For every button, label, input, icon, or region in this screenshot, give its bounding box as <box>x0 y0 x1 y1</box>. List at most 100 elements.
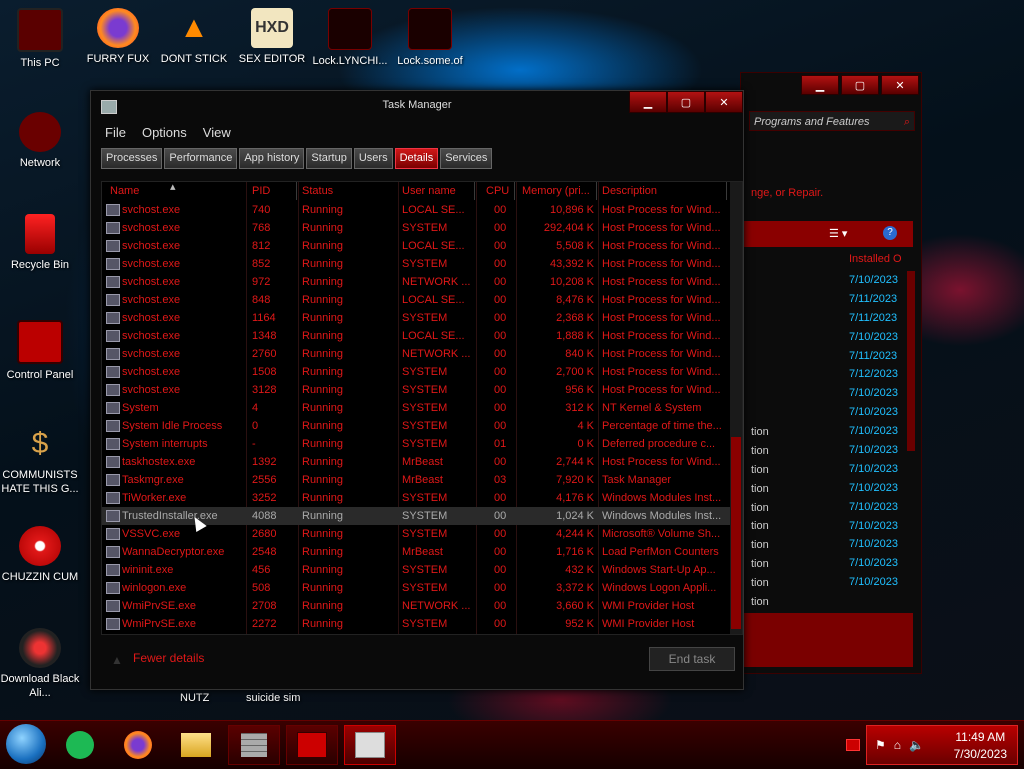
table-row[interactable]: svchost.exe 2760 Running NETWORK ... 00 840 K… <box>102 345 730 363</box>
desktop-icon-lock-some-of[interactable]: Lock.some.of <box>390 8 470 68</box>
publisher-cell: tion <box>751 539 769 552</box>
end-task-button[interactable]: End task <box>649 647 735 671</box>
desktop-icon-lock-lynchi[interactable]: Lock.LYNCHI... <box>310 8 390 68</box>
tab-details[interactable]: Details <box>394 148 439 169</box>
window-controls: ▁ ▢ ✕ <box>801 75 919 95</box>
cell-memory: 3,660 K <box>556 600 594 612</box>
installed-on-column[interactable]: Installed O <box>849 253 902 265</box>
desktop-icon-chuzzin-cum[interactable]: CHUZZIN CUM <box>0 526 80 584</box>
tab-performance[interactable]: Performance <box>164 148 238 169</box>
table-row[interactable]: taskhostex.exe 1392 Running MrBeast 00 2,744 … <box>102 453 730 471</box>
spotify-taskbar-button[interactable] <box>54 725 106 765</box>
chevron-up-icon[interactable]: ▲ <box>111 653 123 667</box>
table-row[interactable]: System Idle Process 0 Running SYSTEM 00 4 K Pe… <box>102 417 730 435</box>
process-icon <box>106 618 120 630</box>
programs-and-features-window[interactable]: ▁ ▢ ✕ Programs and Features ⌕ nge, or Re… <box>740 72 922 674</box>
desktop-icon-communists[interactable]: $ COMMUNISTS HATE THIS G... <box>0 424 80 496</box>
desktop-icon-network[interactable]: Network <box>0 112 80 170</box>
table-row[interactable]: svchost.exe 852 Running SYSTEM 00 43,392 K Hos… <box>102 255 730 273</box>
table-row[interactable]: System 4 Running SYSTEM 00 312 K NT Kernel & S… <box>102 399 730 417</box>
tab-startup[interactable]: Startup <box>306 148 352 169</box>
file-explorer-taskbar-button[interactable] <box>170 725 222 765</box>
desktop-icon-furry-fux[interactable]: FURRY FUX <box>78 8 158 66</box>
column-header-status[interactable]: Status <box>302 182 399 200</box>
cell-status: Running <box>302 330 343 342</box>
table-row[interactable]: TiWorker.exe 3252 Running SYSTEM 00 4,176 K Wi… <box>102 489 730 507</box>
column-header-pid[interactable]: PID <box>252 182 297 200</box>
menu-options[interactable]: Options <box>142 125 187 140</box>
menu-view[interactable]: View <box>203 125 231 140</box>
table-row[interactable]: svchost.exe 768 Running SYSTEM 00 292,404 K Ho… <box>102 219 730 237</box>
table-row[interactable]: svchost.exe 812 Running LOCAL SE... 00 5,508 … <box>102 237 730 255</box>
tab-users[interactable]: Users <box>353 148 393 169</box>
table-row[interactable]: svchost.exe 740 Running LOCAL SE... 00 10,896… <box>102 201 730 219</box>
cell-user-name: SYSTEM <box>402 528 448 540</box>
desktop-icon-label: COMMUNISTS HATE THIS G... <box>1 469 79 495</box>
flag-icon[interactable]: ⚑ <box>875 738 886 752</box>
cell-status: Running <box>302 600 343 612</box>
table-row[interactable]: Taskmgr.exe 2556 Running MrBeast 03 7,920 K Ta… <box>102 471 730 489</box>
search-input[interactable]: Programs and Features ⌕ <box>749 111 915 131</box>
desktop-icon-sex-editor[interactable]: HXD SEX EDITOR <box>232 8 312 66</box>
cell-pid: - <box>252 438 256 450</box>
desktop-icon-this-pc[interactable]: This PC <box>0 8 80 70</box>
start-orb-icon[interactable] <box>6 724 46 764</box>
chuzzle-icon <box>19 526 61 566</box>
cell-cpu: 00 <box>494 366 507 378</box>
table-row[interactable]: svchost.exe 1164 Running SYSTEM 00 2,368 K Hos… <box>102 309 730 327</box>
maximize-button[interactable]: ▢ <box>667 91 705 113</box>
network-status-icon[interactable]: ⌂ <box>894 738 901 752</box>
column-header-description[interactable]: Description <box>602 182 727 200</box>
cell-user-name: SYSTEM <box>402 438 448 450</box>
fewer-details-link[interactable]: Fewer details <box>133 651 204 665</box>
firefox-taskbar-button[interactable] <box>112 725 164 765</box>
close-button[interactable]: ✕ <box>705 91 743 113</box>
minimize-button[interactable]: ▁ <box>629 91 667 113</box>
help-icon[interactable]: ? <box>883 226 897 240</box>
desktop-label-suicide-sim[interactable]: suicide sim <box>246 692 300 704</box>
clock[interactable]: 11:49 AM 7/30/2023 <box>954 729 1007 763</box>
desktop-icon-dont-stick[interactable]: ▲ DONT STICK <box>154 8 234 66</box>
table-row[interactable]: WannaDecryptor.exe 2548 Running MrBeast 00 1,… <box>102 543 730 561</box>
table-row[interactable]: System interrupts - Running SYSTEM 01 0 K Defe… <box>102 435 730 453</box>
table-row[interactable]: svchost.exe 848 Running LOCAL SE... 00 8,476 … <box>102 291 730 309</box>
table-row[interactable]: svchost.exe 3128 Running SYSTEM 00 956 K Host … <box>102 381 730 399</box>
table-row[interactable]: svchost.exe 1348 Running LOCAL SE... 00 1,888… <box>102 327 730 345</box>
action-center-icon[interactable] <box>846 739 860 751</box>
tab-app-history[interactable]: App history <box>239 148 305 169</box>
task-manager-taskbar-button[interactable] <box>344 725 396 765</box>
cell-user-name: SYSTEM <box>402 402 448 414</box>
tab-processes[interactable]: Processes <box>101 148 163 169</box>
table-row[interactable]: WmiPrvSE.exe 2272 Running SYSTEM 00 952 K WMI … <box>102 615 730 633</box>
scrollbar[interactable] <box>907 271 915 451</box>
table-row[interactable]: winlogon.exe 508 Running SYSTEM 00 3,372 K Win… <box>102 579 730 597</box>
column-header-name[interactable]: Name <box>110 182 247 200</box>
task-manager-window[interactable]: Task Manager ▁ ▢ ✕ File Options View Pro… <box>90 90 744 690</box>
column-header-user-name[interactable]: User name <box>402 182 475 200</box>
tab-services[interactable]: Services <box>440 148 493 169</box>
close-button[interactable]: ✕ <box>881 75 919 95</box>
maximize-button[interactable]: ▢ <box>841 75 879 95</box>
table-row[interactable]: WmiPrvSE.exe 2708 Running NETWORK ... 00 3,66… <box>102 597 730 615</box>
publisher-cell: tion <box>751 444 769 457</box>
process-icon <box>106 564 120 576</box>
table-row[interactable]: svchost.exe 972 Running NETWORK ... 00 10,208… <box>102 273 730 291</box>
table-row[interactable]: svchost.exe 1508 Running SYSTEM 00 2,700 K Hos… <box>102 363 730 381</box>
table-row[interactable]: wininit.exe 456 Running SYSTEM 00 432 K Window… <box>102 561 730 579</box>
desktop-icon-download[interactable]: Download Black Ali... <box>0 628 80 700</box>
desktop-icon-control-panel[interactable]: Control Panel <box>0 320 80 382</box>
desktop-label-nutz[interactable]: NUTZ <box>180 692 209 704</box>
desktop-icon-label: Recycle Bin <box>10 259 70 271</box>
vertical-scrollbar[interactable] <box>730 182 742 634</box>
publisher-cell: tion <box>751 577 769 590</box>
firewall-taskbar-button[interactable] <box>228 725 280 765</box>
volume-icon[interactable]: 🔈 <box>909 738 924 752</box>
column-header-memory[interactable]: Memory (pri... <box>522 182 597 200</box>
desktop-icon-recycle-bin[interactable]: Recycle Bin <box>0 214 80 272</box>
view-options-icon[interactable]: ☰ ▾ <box>829 227 847 240</box>
menu-file[interactable]: File <box>105 125 126 140</box>
scrollbar-thumb[interactable] <box>731 437 741 629</box>
hacker-app-taskbar-button[interactable] <box>286 725 338 765</box>
minimize-button[interactable]: ▁ <box>801 75 839 95</box>
column-header-cpu[interactable]: CPU <box>486 182 515 200</box>
